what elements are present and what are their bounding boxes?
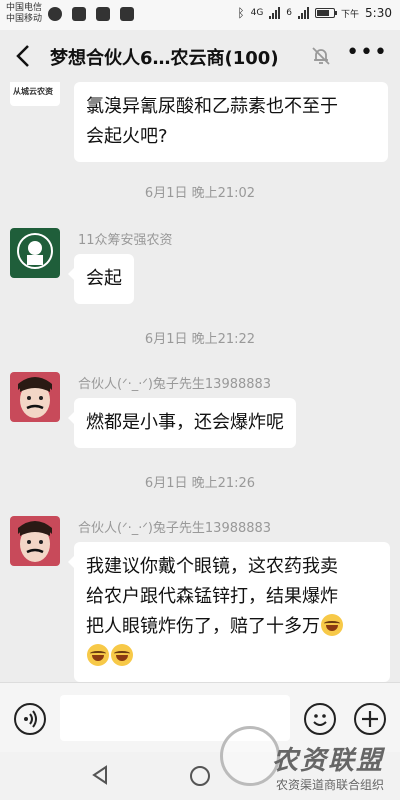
sender-name: 11众筹安强农资: [78, 233, 173, 248]
voice-icon: [24, 710, 37, 728]
avatar[interactable]: [10, 372, 60, 422]
triangle-back-icon: [92, 765, 107, 785]
chevron-left-icon: [16, 45, 29, 67]
signal-2-icon: [298, 7, 310, 19]
bluetooth-icon: ᛒ: [237, 6, 245, 20]
time-prefix: 下午: [341, 9, 360, 20]
timestamp: 6月1日 晚上21:22: [144, 332, 256, 347]
avatar-text: 从城云农资: [13, 87, 53, 96]
message-line: 会起火吧?: [86, 126, 168, 147]
message-bubble[interactable]: 我建议你戴个眼镜，这农药我卖 给农户跟代森锰锌打，结果爆炸 把人眼镜炸伤了，赔了…: [68, 542, 390, 682]
ellipsis-icon: •••: [346, 40, 388, 65]
avatar-photo-icon: [10, 372, 60, 422]
avatar-logo-icon: [17, 233, 53, 269]
back-button[interactable]: [10, 42, 38, 70]
clock: 5:30: [365, 6, 392, 20]
message-bubble[interactable]: 会起: [68, 254, 134, 304]
notification-icons: [48, 7, 134, 21]
chat-header: 梦想合伙人6…农云商(100) •••: [0, 30, 400, 82]
message-line: 我建议你戴个眼镜，这农药我卖: [86, 556, 338, 577]
tears-of-joy-emoji-icon: [321, 614, 343, 636]
sender-name: 合伙人(ᐟ·_·ᐟ)兔子先生13988883: [78, 377, 272, 392]
tears-of-joy-emoji-icon: [87, 644, 109, 666]
network-type-2: 6: [286, 8, 293, 18]
sender-name: 合伙人(ᐟ·_·ᐟ)兔子先生13988883: [78, 521, 272, 536]
voice-button[interactable]: [14, 703, 46, 735]
signal-1-icon: [269, 7, 281, 19]
wallet-notification-icon: [120, 7, 134, 21]
watermark-logo-icon: [220, 726, 280, 786]
timestamp: 6月1日 晚上21:26: [144, 476, 256, 491]
carrier-2: 中国移动: [6, 14, 43, 24]
message-list[interactable]: 从城云农资 氯溴异氰尿酸和乙蒜素也不至于 会起火吧? 6月1日 晚上21:02 …: [0, 82, 400, 682]
watermark-title: 农资联盟: [272, 746, 385, 776]
bell-muted-icon: [310, 45, 332, 67]
message-line-with-emoji: 把人眼镜炸伤了，赔了十多万: [86, 612, 378, 642]
message-line: 氯溴异氰尿酸和乙蒜素也不至于: [86, 96, 338, 117]
carrier-labels: 中国电信 中国移动: [6, 3, 42, 25]
message-bubble[interactable]: 氯溴异氰尿酸和乙蒜素也不至于 会起火吧?: [74, 82, 388, 162]
system-status: ᛒ 4G 6 下午 5:30: [237, 6, 392, 20]
message-text: 燃都是小事，还会爆炸呢: [86, 412, 284, 433]
emoji-line: [86, 642, 378, 672]
nav-back-button[interactable]: [90, 764, 112, 792]
avatar[interactable]: 从城云农资: [10, 82, 60, 106]
tears-of-joy-emoji-icon: [111, 644, 133, 666]
alert-notification-icon: [72, 7, 86, 21]
status-bar: 中国电信 中国移动 ᛒ 4G 6 下午 5:30: [0, 0, 400, 30]
carrier-1: 中国电信: [6, 3, 43, 13]
timestamp: 6月1日 晚上21:02: [144, 186, 256, 201]
message-notification-icon: [48, 7, 62, 21]
message-line: 给农户跟代森锰锌打，结果爆炸: [86, 586, 338, 607]
message-bubble[interactable]: 燃都是小事，还会爆炸呢: [68, 398, 296, 448]
message-line: 把人眼镜炸伤了，赔了十多万: [86, 616, 320, 637]
battery-icon: [315, 8, 338, 18]
image-notification-icon: [96, 7, 110, 21]
avatar-photo-icon: [10, 516, 60, 566]
watermark: 农资联盟 农资渠道商联合组织: [220, 718, 400, 800]
chat-title[interactable]: 梦想合伙人6…农云商(100): [50, 44, 279, 70]
network-type-1: 4G: [250, 8, 264, 18]
avatar[interactable]: [10, 228, 60, 278]
avatar[interactable]: [10, 516, 60, 566]
more-button[interactable]: •••: [346, 40, 388, 65]
message-text: 会起: [86, 268, 122, 289]
watermark-subtitle: 农资渠道商联合组织: [276, 778, 385, 792]
nav-home-button[interactable]: [190, 766, 210, 786]
